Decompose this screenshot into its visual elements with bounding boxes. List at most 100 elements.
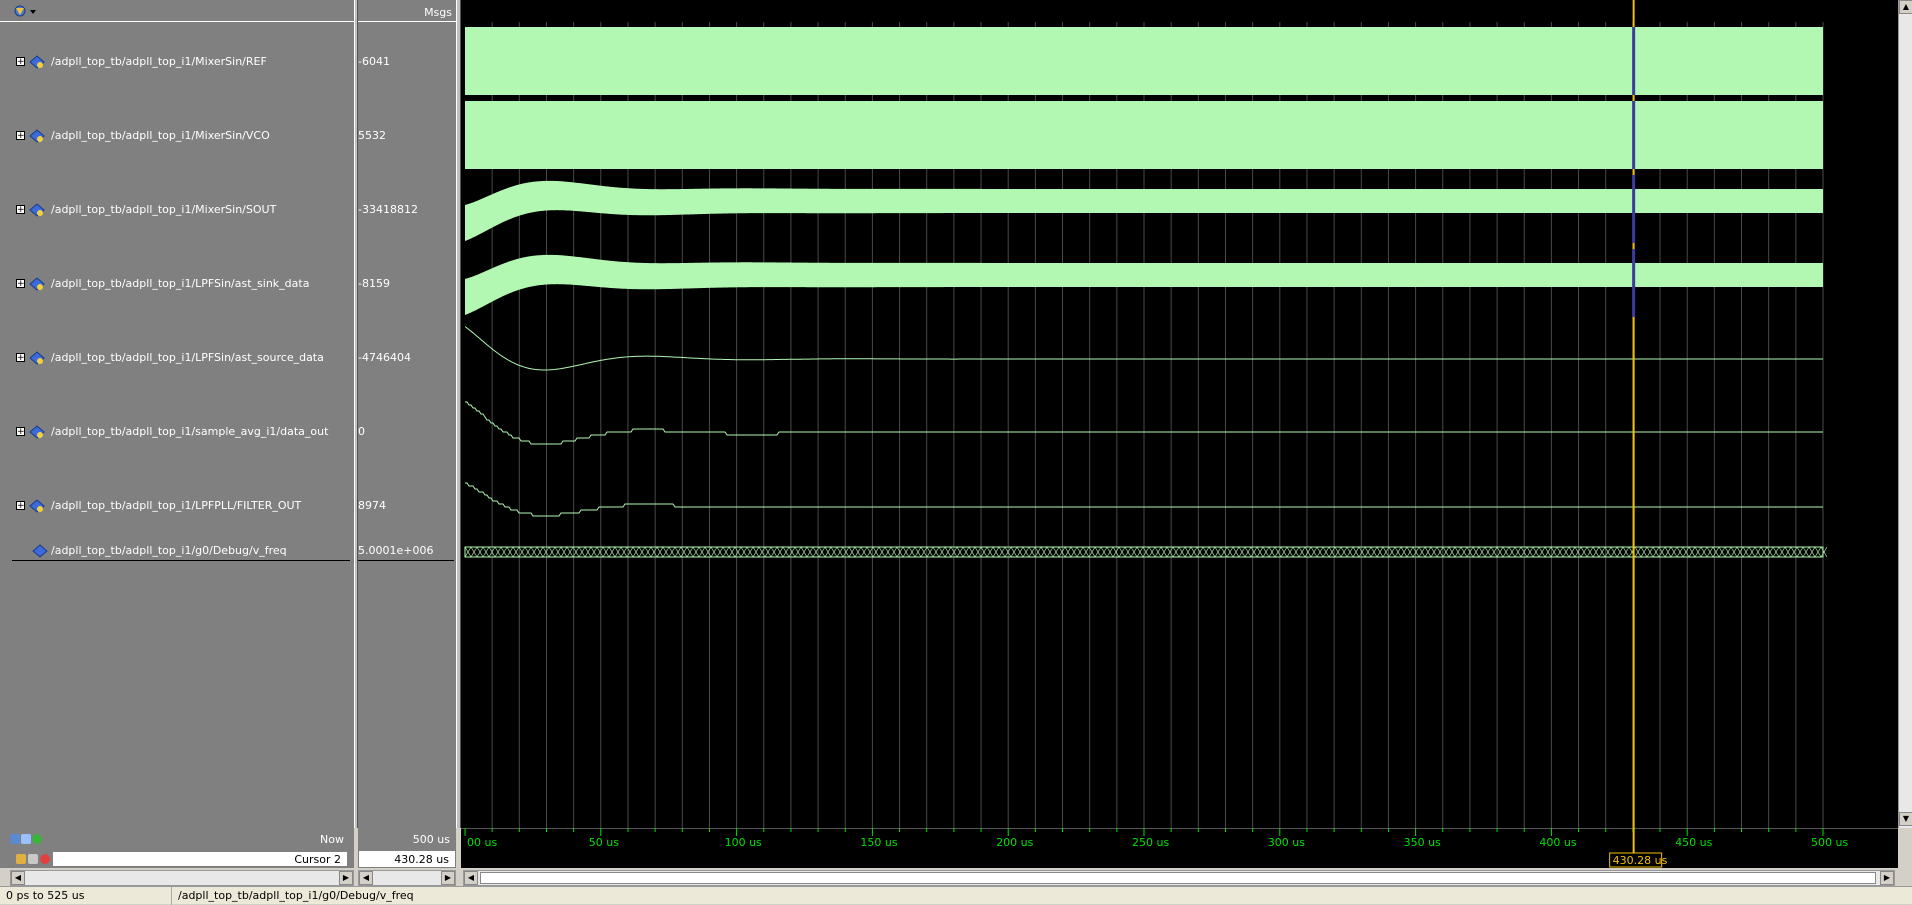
waveform-bus-transition [1226,546,1234,558]
waveform-bus-transition [674,546,682,558]
waveform-bus-transition [554,546,562,558]
waveform-bus-transition [1574,546,1582,558]
signal-value-pane[interactable] [356,0,456,828]
waveform-bus-transition [854,546,862,558]
wave-toolbar-icon[interactable] [12,4,38,18]
signal-row-filter-out[interactable]: + /adpll_top_tb/adpll_top_i1/LPFPLL/FILT… [0,497,354,517]
waveform-bus-transition [860,546,868,558]
signal-name-label: /adpll_top_tb/adpll_top_i1/g0/Debug/v_fr… [51,544,287,557]
waveform-bus-transition [1172,546,1180,558]
signal-row-ast-sink-data[interactable]: + /adpll_top_tb/adpll_top_i1/LPFSin/ast_… [0,275,354,295]
waveform-bus-transition [794,546,802,558]
scroll-right-arrow-icon[interactable]: ▶ [441,871,455,885]
expand-icon[interactable]: + [16,427,25,437]
waveform-bus-transition [1346,546,1354,558]
scroll-up-arrow-icon[interactable]: ▲ [1899,0,1912,14]
signal-row-ast-source-data[interactable]: + /adpll_top_tb/adpll_top_i1/LPFSin/ast_… [0,349,354,369]
expand-icon[interactable]: + [16,501,25,511]
waveform-bus-transition [1508,546,1516,558]
waveform-bus-transition [524,546,532,558]
signal-row-ref[interactable]: + /adpll_top_tb/adpll_top_i1/MixerSin/RE… [0,53,354,73]
lock-cursor-icon[interactable] [16,854,26,864]
value-pane-hscrollbar[interactable]: ◀ ▶ [358,870,456,886]
waveform-bus-transition [1082,546,1090,558]
waveform-bus-transition [728,546,736,558]
waveform-bus-transition [614,546,622,558]
signal-row-v-freq[interactable]: /adpll_top_tb/adpll_top_i1/g0/Debug/v_fr… [0,542,354,562]
waveform-bus-transition [704,546,712,558]
vertical-scrollbar[interactable]: ▲ ▼ [1898,0,1912,828]
analog-signal-icon [29,425,45,439]
waveform-bus-transition [1430,546,1438,558]
waveform-bus-transition [638,546,646,558]
waveform-bus-transition [788,546,796,558]
waveform-bus-transition [1694,546,1702,558]
waveform-bus-transition [878,546,886,558]
expand-icon[interactable]: + [16,279,25,289]
waveform-bus-transition [1538,546,1546,558]
expand-icon[interactable]: + [16,57,25,67]
expand-icon[interactable]: + [16,205,25,215]
scroll-left-arrow-icon[interactable]: ◀ [359,871,373,885]
waveform-canvas[interactable] [461,0,1898,828]
status-bar: 0 ps to 525 us /adpll_top_tb/adpll_top_i… [0,886,1912,905]
scroll-thumb[interactable] [480,872,1876,884]
waveform-bus-transition [1544,546,1552,558]
delete-cursor-icon[interactable] [40,854,50,864]
waveform-bus-transition [1778,546,1786,558]
waveform-bus-transition [662,546,670,558]
edit-cursor-icon[interactable] [28,854,38,864]
add-icon[interactable] [32,834,42,844]
ruler-tick-label: 200 us [996,836,1033,849]
waveform-bus-transition [1634,546,1642,558]
cursor-name-field[interactable]: Cursor 2 [52,851,348,867]
cursor-list-icon[interactable] [21,834,31,844]
scroll-right-arrow-icon[interactable]: ▶ [1880,871,1894,885]
waveform-bus-transition [764,546,772,558]
msgs-column-header: Msgs [358,0,456,22]
waveform-bus-transition [722,546,730,558]
waveform-bus-transition [818,546,826,558]
waveform-bus-transition [1718,546,1726,558]
signal-name-pane[interactable] [0,0,356,828]
waveform-bus-transition [1244,546,1252,558]
waveform-bus-transition [1406,546,1414,558]
waveform-bus-transition [1316,546,1324,558]
time-ruler-canvas[interactable]: 00 us 50 us 100 us 150 us 200 us 250 us 300 us… [461,827,1898,868]
scroll-left-arrow-icon[interactable]: ◀ [464,871,478,885]
waveform-bus-transition [824,546,832,558]
waveform-bus-transition [1454,546,1462,558]
waveform-bus-transition [746,546,754,558]
cursor-time-field[interactable]: 430.28 us [358,850,456,868]
waveform-bus-transition [782,546,790,558]
waveform-bus-transition [992,546,1000,558]
waveform-bus-transition [1472,546,1480,558]
time-ruler[interactable]: 00 us 50 us 100 us 150 us 200 us 250 us 300 us… [461,827,1898,868]
waveform-bus-transition [1370,546,1378,558]
wave-pane-hscrollbar[interactable]: ◀ ▶ [463,870,1895,886]
waveform-bus-transition [710,546,718,558]
waveform-bus-transition [986,546,994,558]
add-cursor-icon[interactable] [10,834,20,844]
waveform-bus-transition [1616,546,1624,558]
waveform-bus-transition [1292,546,1300,558]
ruler-tick-label: 00 us [467,836,497,849]
signal-row-data-out[interactable]: + /adpll_top_tb/adpll_top_i1/sample_avg_… [0,423,354,443]
name-pane-hscrollbar[interactable]: ◀ ▶ [10,870,354,886]
waveform-bus-transition [902,546,910,558]
signal-name-label: /adpll_top_tb/adpll_top_i1/LPFPLL/FILTER… [51,499,302,512]
scroll-right-arrow-icon[interactable]: ▶ [339,871,353,885]
signal-row-sout[interactable]: + /adpll_top_tb/adpll_top_i1/MixerSin/SO… [0,201,354,221]
signal-name-label: /adpll_top_tb/adpll_top_i1/MixerSin/REF [51,55,267,68]
expand-icon[interactable]: + [16,131,25,141]
waveform-pane[interactable] [461,0,1898,828]
signal-name-label: /adpll_top_tb/adpll_top_i1/MixerSin/VCO [51,129,270,142]
waveform-bus-transition [1502,546,1510,558]
scroll-left-arrow-icon[interactable]: ◀ [11,871,25,885]
analog-signal-icon [29,203,45,217]
scroll-down-arrow-icon[interactable]: ▼ [1899,812,1912,826]
signal-row-vco[interactable]: + /adpll_top_tb/adpll_top_i1/MixerSin/VC… [0,127,354,147]
expand-icon[interactable]: + [16,353,25,363]
waveform-bus-transition [1214,546,1222,558]
waveform-bus-transition [842,546,850,558]
